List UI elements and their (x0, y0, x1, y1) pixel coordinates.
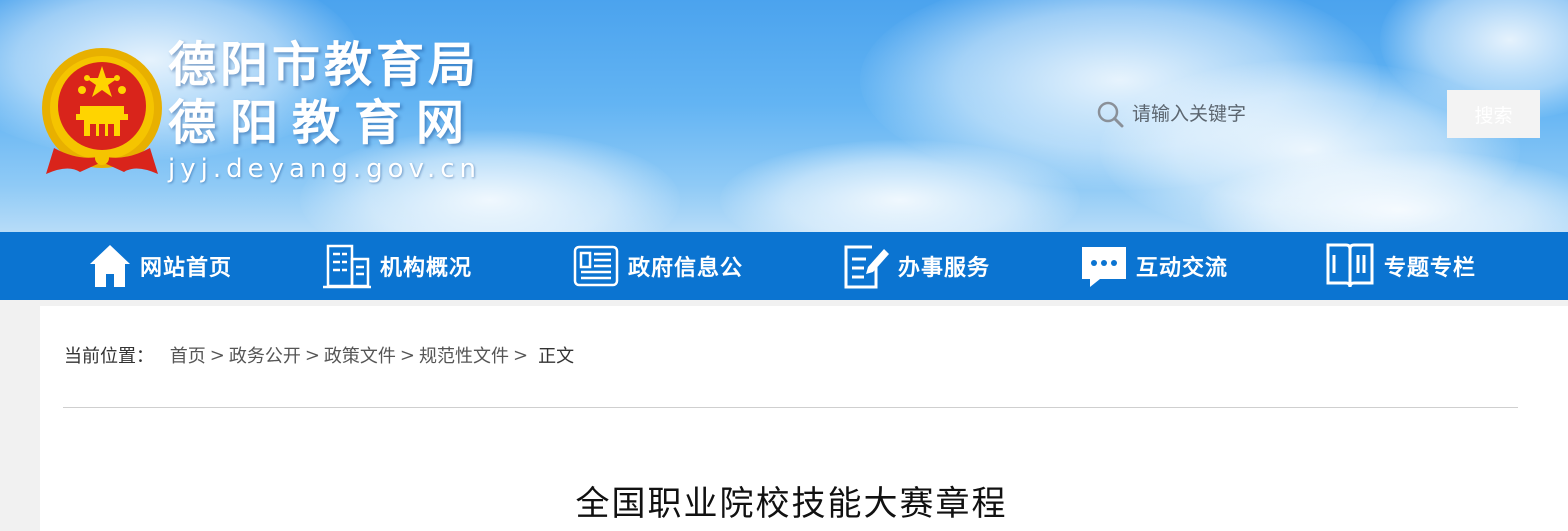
newspaper-icon (573, 245, 619, 287)
breadcrumb-link-regulatory[interactable]: 规范性文件 (419, 346, 509, 367)
building-icon (323, 244, 371, 289)
breadcrumb-link-home[interactable]: 首页 (170, 346, 206, 367)
content-panel: 当前位置： 首页 > 政务公开 > 政策文件 > 规范性文件 > 正文 全国职业院校技能大赛章程 (40, 306, 1568, 531)
nav-item-services[interactable]: 办事服务 (842, 232, 990, 300)
nav-label-home: 网站首页 (140, 255, 233, 281)
breadcrumb-separator: > (513, 344, 529, 366)
nav-label-organization: 机构概况 (380, 255, 473, 281)
search-button[interactable]: 搜索 (1447, 90, 1540, 138)
breadcrumb-current: 正文 (538, 346, 575, 367)
breadcrumb-link-gov-affairs[interactable]: 政务公开 (229, 346, 301, 367)
search-bar: 搜索 (1092, 90, 1540, 138)
nav-label-special-topics: 专题专栏 (1384, 255, 1477, 281)
document-edit-icon (844, 245, 889, 289)
national-emblem-icon (42, 48, 162, 174)
nav-label-interaction: 互动交流 (1136, 255, 1229, 281)
nav-label-services: 办事服务 (898, 255, 991, 281)
nav-label-gov-info: 政府信息公 (628, 255, 744, 281)
site-title: 德阳市教育局 德阳教育网 jyj.deyang.gov.cn (168, 36, 481, 184)
search-icon (1097, 101, 1124, 128)
nav-item-gov-info[interactable]: 政府信息公 (572, 232, 743, 300)
article-title: 全国职业院校技能大赛章程 (575, 484, 1008, 524)
home-icon (90, 245, 130, 287)
nav-item-special-topics[interactable]: 专题专栏 (1324, 232, 1476, 300)
site-title-line2: 德阳教育网 (168, 95, 479, 151)
breadcrumb-separator: > (304, 344, 320, 366)
search-input[interactable] (1132, 94, 1432, 134)
breadcrumb-separator: > (399, 344, 416, 366)
open-book-icon (1326, 243, 1374, 288)
main-nav: 网站首页 机构概况 政府信息公 办事服务 互动交流 专题专栏 (0, 232, 1568, 300)
breadcrumb-link-policy[interactable]: 政策文件 (324, 346, 396, 367)
breadcrumb-separator: > (209, 344, 225, 366)
nav-item-organization[interactable]: 机构概况 (322, 232, 472, 300)
breadcrumb-prefix: 当前位置： (64, 346, 154, 367)
site-title-line1: 德阳市教育局 (168, 37, 481, 93)
chat-bubble-icon (1082, 247, 1126, 287)
nav-item-interaction[interactable]: 互动交流 (1080, 232, 1228, 300)
breadcrumb: 当前位置： 首页 > 政务公开 > 政策文件 > 规范性文件 > 正文 (64, 342, 574, 368)
site-domain: jyj.deyang.gov.cn (168, 154, 481, 184)
nav-item-home[interactable]: 网站首页 (88, 232, 232, 300)
header-banner: 德阳市教育局 德阳教育网 jyj.deyang.gov.cn 搜索 (0, 0, 1568, 232)
divider (63, 407, 1518, 408)
